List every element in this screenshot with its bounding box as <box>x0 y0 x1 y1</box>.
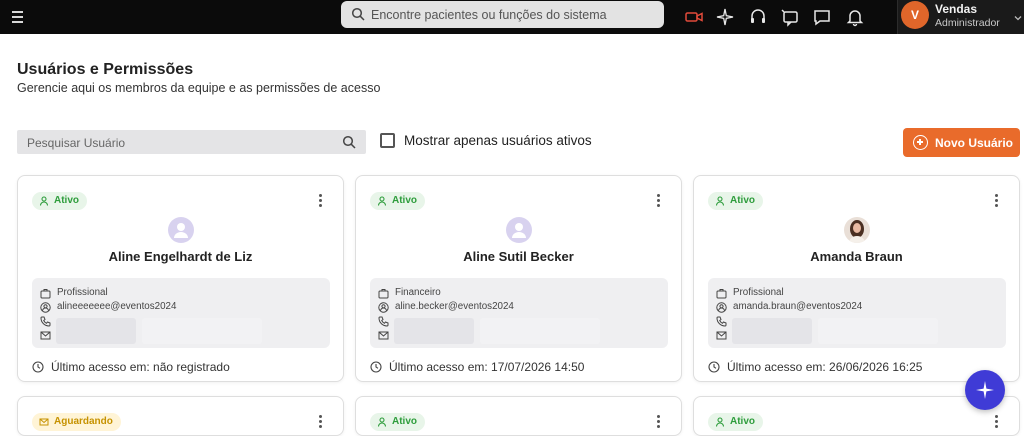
status-text: Ativo <box>730 195 755 206</box>
mail-icon <box>378 331 389 340</box>
redacted-contact <box>818 318 938 344</box>
user-name: Aline Sutil Becker <box>463 249 574 264</box>
person-icon <box>39 196 49 206</box>
status-text: Ativo <box>392 416 417 427</box>
page-subtitle: Gerencie aqui os membros da equipe e as … <box>17 81 381 95</box>
search-icon <box>351 7 365 21</box>
person-icon <box>715 417 725 427</box>
redacted-contact <box>732 318 812 344</box>
user-name: Amanda Braun <box>810 249 903 264</box>
person-icon <box>377 196 387 206</box>
user-card[interactable]: Ativo Amanda Braun Profissional amanda.b… <box>693 175 1020 382</box>
login-text: alineeeeeee@eventos2024 <box>57 301 177 312</box>
video-camera-icon[interactable] <box>684 7 704 27</box>
last-access-text: Último acesso em: 26/06/2026 16:25 <box>727 360 923 374</box>
ai-chat-icon[interactable] <box>780 7 800 27</box>
hamburger-menu-icon[interactable] <box>10 7 30 27</box>
user-card[interactable]: Ativo Aline Sutil Becker Financeiro alin… <box>355 175 682 382</box>
user-info-box: Financeiro aline.becker@eventos2024 <box>370 278 668 348</box>
new-user-label: Novo Usuário <box>935 136 1014 150</box>
user-role: Administrador <box>935 17 1000 29</box>
clock-icon <box>370 361 382 373</box>
avatar <box>506 217 532 243</box>
status-text: Ativo <box>730 416 755 427</box>
last-access-text: Último acesso em: não registrado <box>51 360 230 374</box>
status-badge: Ativo <box>32 192 87 210</box>
plus-circle-icon <box>913 135 928 150</box>
sparkle-icon[interactable] <box>715 7 735 27</box>
user-menu[interactable]: V Vendas Administrador <box>897 0 1024 34</box>
person-icon <box>715 196 725 206</box>
user-circle-icon <box>40 302 51 313</box>
avatar <box>844 217 870 243</box>
status-badge: Ativo <box>370 192 425 210</box>
redacted-contact <box>56 318 136 344</box>
status-badge: Ativo <box>370 413 425 431</box>
clock-icon <box>708 361 720 373</box>
status-text: Aguardando <box>54 416 113 427</box>
active-only-checkbox[interactable] <box>380 133 395 148</box>
user-card[interactable]: Aguardando <box>17 396 344 436</box>
avatar <box>168 217 194 243</box>
more-options-icon[interactable] <box>319 415 323 429</box>
user-search-input[interactable]: Pesquisar Usuário <box>17 130 366 154</box>
phone-icon <box>40 316 51 327</box>
active-only-label[interactable]: Mostrar apenas usuários ativos <box>404 133 592 148</box>
role-text: Profissional <box>733 287 784 298</box>
message-icon[interactable] <box>812 7 832 27</box>
status-badge: Ativo <box>708 413 763 431</box>
more-options-icon[interactable] <box>995 194 999 208</box>
phone-icon <box>378 316 389 327</box>
more-options-icon[interactable] <box>995 415 999 429</box>
ai-assistant-button[interactable] <box>965 370 1005 410</box>
user-card[interactable]: Ativo Aline Engelhardt de Liz Profission… <box>17 175 344 382</box>
status-text: Ativo <box>54 195 79 206</box>
user-search-placeholder: Pesquisar Usuário <box>27 136 126 150</box>
bell-icon[interactable] <box>845 7 865 27</box>
global-search-placeholder: Encontre pacientes ou funções do sistema <box>371 8 607 22</box>
global-search-input[interactable]: Encontre pacientes ou funções do sistema <box>341 1 664 28</box>
user-avatar: V <box>901 1 929 29</box>
user-circle-icon <box>378 302 389 313</box>
redacted-contact <box>142 318 262 344</box>
user-info-box: Profissional alineeeeeee@eventos2024 <box>32 278 330 348</box>
status-badge: Ativo <box>708 192 763 210</box>
mail-icon <box>39 418 49 426</box>
more-options-icon[interactable] <box>657 194 661 208</box>
chevron-down-icon <box>1014 16 1022 21</box>
redacted-contact <box>480 318 600 344</box>
user-name: Vendas <box>935 2 978 16</box>
redacted-contact <box>394 318 474 344</box>
headset-icon[interactable] <box>748 7 768 27</box>
mail-icon <box>716 331 727 340</box>
page-title: Usuários e Permissões <box>17 61 194 78</box>
user-card[interactable]: Ativo <box>355 396 682 436</box>
status-badge: Aguardando <box>32 413 121 431</box>
briefcase-icon <box>378 289 389 299</box>
last-access-text: Último acesso em: 17/07/2026 14:50 <box>389 360 585 374</box>
status-text: Ativo <box>392 195 417 206</box>
login-text: aline.becker@eventos2024 <box>395 301 514 312</box>
clock-icon <box>32 361 44 373</box>
top-bar: Encontre pacientes ou funções do sistema… <box>0 0 1024 34</box>
user-name: Aline Engelhardt de Liz <box>108 249 253 264</box>
sparkle-icon <box>976 381 994 399</box>
more-options-icon[interactable] <box>319 194 323 208</box>
briefcase-icon <box>40 289 51 299</box>
more-options-icon[interactable] <box>657 415 661 429</box>
person-icon <box>377 417 387 427</box>
login-text: amanda.braun@eventos2024 <box>733 301 863 312</box>
search-icon[interactable] <box>342 135 356 149</box>
mail-icon <box>40 331 51 340</box>
briefcase-icon <box>716 289 727 299</box>
role-text: Financeiro <box>395 287 441 298</box>
user-circle-icon <box>716 302 727 313</box>
phone-icon <box>716 316 727 327</box>
user-info-box: Profissional amanda.braun@eventos2024 <box>708 278 1006 348</box>
role-text: Profissional <box>57 287 108 298</box>
new-user-button[interactable]: Novo Usuário <box>903 128 1020 157</box>
